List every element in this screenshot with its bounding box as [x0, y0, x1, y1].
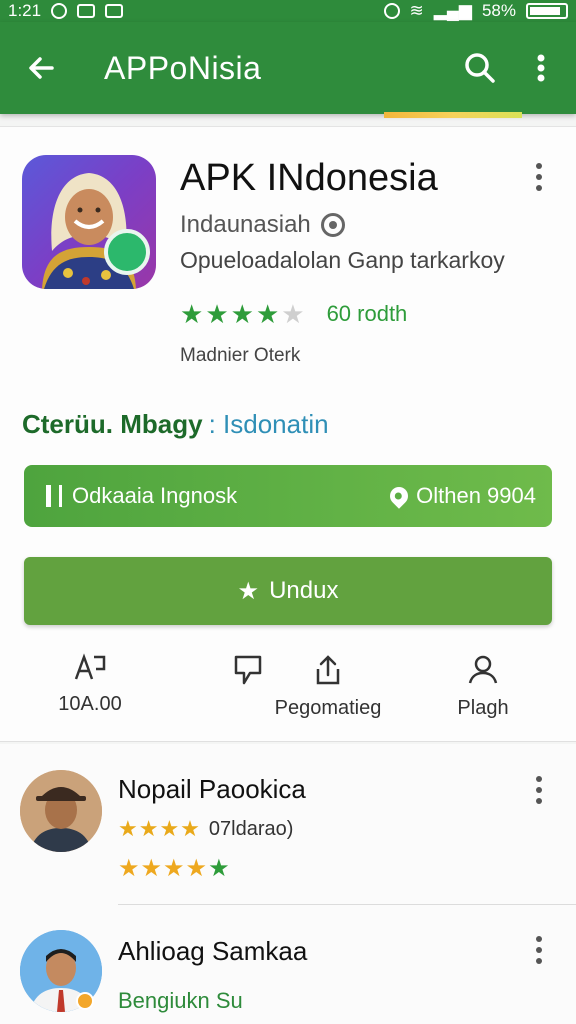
battery-percent: 58%: [481, 1, 516, 20]
action-row: 10A.00 Pegomatieg Plagh: [0, 653, 576, 723]
back-arrow-icon[interactable]: [22, 48, 62, 88]
verified-icon: [320, 213, 345, 237]
info-left-label: Odkaaia Ingnosk: [72, 483, 238, 508]
action-share-label: Pegomatieg: [274, 697, 382, 719]
app-detail-card: APK INdonesia Indaunasiah Opueloadalolan…: [0, 126, 576, 742]
signal-icon: ▂▄▆: [433, 1, 472, 20]
status-bar: 1:21 ≋ ▂▄▆ 58%: [0, 0, 576, 22]
image-notification-icon: [105, 4, 124, 18]
chat-bubble-icon: [104, 229, 150, 275]
action-downloads[interactable]: 10A.00: [20, 653, 160, 717]
action-downloads-label: 10A.00: [58, 693, 122, 715]
app-description: Opueloadalolan Ganp tarkarkoy: [180, 247, 505, 273]
star-icon: ★: [180, 299, 204, 329]
battery-icon: [526, 3, 568, 19]
star-icon: ★: [281, 299, 305, 329]
badge-icon: [76, 992, 94, 1010]
book-icon: [46, 485, 62, 507]
action-profile-label: Plagh: [457, 697, 509, 719]
review-item: Nopail Paookica ★★★★ 07ldarao) ★★★★★: [0, 744, 576, 906]
category-value[interactable]: : Isdonatin: [209, 409, 329, 439]
overflow-menu-icon[interactable]: [526, 50, 556, 86]
person-icon: [468, 655, 498, 684]
rating-count: 60 rodth: [326, 301, 408, 326]
star-icon: ★: [185, 855, 209, 882]
star-icon: ★: [255, 299, 280, 329]
star-icon: ★: [230, 299, 254, 329]
notification-icon: [51, 3, 68, 19]
app-notification-icon: [77, 4, 96, 18]
star-badge-icon: ★: [237, 577, 260, 605]
info-bar-button[interactable]: Odkaaia Ingnosk Olthen 9904: [24, 465, 552, 527]
location-pin-icon: [386, 483, 412, 509]
star-rating: ★ ★ ★ ★ ★: [180, 301, 305, 327]
reviewer-name: Ahlioag Samkaa: [118, 936, 308, 966]
app-title: APK INdonesia: [180, 157, 438, 199]
translate-icon: [74, 653, 106, 680]
review-subtitle: Bengiukn Su: [118, 988, 243, 1013]
review-more-icon[interactable]: [532, 774, 546, 806]
star-icon: ★: [205, 299, 229, 329]
app-rating-row: ★ ★ ★ ★ ★ 60 rodth: [180, 301, 407, 327]
category-row: Cterüu. Mbagy: Isdonatin: [22, 409, 329, 440]
reviewer-avatar[interactable]: [20, 770, 102, 852]
app-meta: Madnier Oterk: [180, 345, 301, 366]
info-right-label: Olthen 9904: [416, 483, 536, 508]
review-item: Ahlioag Samkaa Bengiukn Su: [0, 906, 576, 1024]
download-button[interactable]: ★ Undux: [24, 557, 552, 625]
review-star-rating: ★★★★★: [118, 854, 231, 883]
review-more-icon[interactable]: [532, 934, 546, 966]
review-divider: [118, 904, 576, 905]
star-icon: ★: [118, 855, 141, 882]
man-hat-avatar-icon: [20, 770, 102, 852]
reviewer-name: Nopail Paookica: [118, 774, 306, 804]
category-label: Cterüu. Mbagy: [22, 409, 203, 439]
accent-underline: [384, 112, 522, 118]
review-subtitle-row: ★★★★ 07ldarao): [118, 816, 293, 842]
wifi-icon: ≋: [409, 1, 424, 20]
review-inline-stars: ★★★★: [118, 816, 201, 841]
star-icon: ★: [208, 855, 231, 882]
download-label: Undux: [269, 577, 339, 604]
alarm-icon: [383, 3, 400, 19]
review-subtitle: 07ldarao): [208, 817, 294, 840]
app-more-icon[interactable]: [532, 161, 546, 193]
app-bar-title: APPoNisia: [104, 50, 262, 86]
app-icon[interactable]: [22, 155, 156, 289]
developer-name: Indaunasiah: [180, 211, 311, 238]
search-icon[interactable]: [462, 50, 498, 86]
share-icon: [316, 655, 340, 685]
action-share[interactable]: Pegomatieg: [258, 653, 398, 721]
star-icon: ★: [163, 855, 186, 882]
status-time: 1:21: [8, 1, 42, 20]
action-profile[interactable]: Plagh: [413, 653, 553, 721]
developer-row[interactable]: Indaunasiah: [180, 211, 345, 239]
star-icon: ★: [140, 855, 164, 882]
app-bar: APPoNisia: [0, 22, 576, 114]
